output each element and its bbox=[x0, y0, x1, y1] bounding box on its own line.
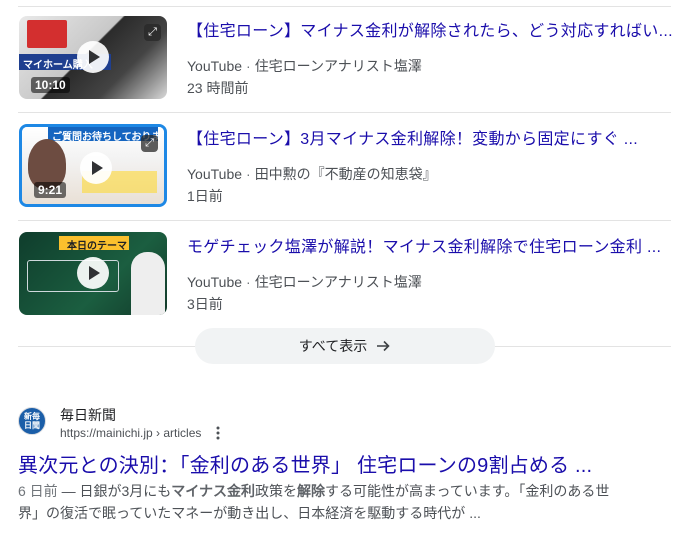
video-result[interactable]: 本日のテーマ モゲチェック塩澤が解説！マイナス金利解除で住宅ローン金利 ... … bbox=[18, 232, 671, 318]
video-thumbnail[interactable]: マイホーム購入 ⤢ 10:10 bbox=[19, 16, 167, 99]
snippet-highlight: 解除 bbox=[297, 483, 325, 499]
result-title[interactable]: 異次元との決別：「金利のある世界」 住宅ローンの9割占める ... bbox=[18, 449, 592, 478]
video-channel: 田中勲の『不動産の知恵袋』 bbox=[254, 166, 437, 182]
thumbnail-caption: 本日のテーマ bbox=[67, 241, 127, 252]
video-channel: 住宅ローンアナリスト塩澤 bbox=[254, 274, 422, 290]
snippet-text: — 日銀が3月にも bbox=[57, 483, 172, 499]
show-all-label: すべて表示 bbox=[298, 338, 368, 354]
video-title[interactable]: 【住宅ローン】3月マイナス金利解除！変動から固定にすぐ ... bbox=[187, 125, 638, 149]
video-platform: YouTube bbox=[187, 166, 243, 182]
video-thumbnail[interactable]: 本日のテーマ bbox=[19, 232, 167, 315]
video-result[interactable]: ご質問お待ちしております ⤢ 9:21 【住宅ローン】3月マイナス金利解除！変動… bbox=[18, 124, 671, 210]
video-time: 23 時間前 bbox=[187, 80, 249, 96]
row-divider bbox=[18, 112, 671, 113]
video-title[interactable]: 【住宅ローン】マイナス金利が解除されたら、どう対応すればい... bbox=[187, 17, 673, 41]
video-duration: 10:10 bbox=[31, 77, 70, 93]
snippet-text: 政策を bbox=[255, 483, 297, 499]
video-thumbnail[interactable]: ご質問お待ちしております ⤢ 9:21 bbox=[19, 124, 167, 207]
video-time: 1日前 bbox=[187, 188, 223, 204]
snippet-highlight: マイナス金利 bbox=[171, 483, 255, 499]
video-channel: 住宅ローンアナリスト塩澤 bbox=[254, 58, 422, 74]
video-source: YouTube · 田中勲の『不動産の知恵袋』 bbox=[187, 166, 437, 182]
arrow-right-icon bbox=[377, 340, 390, 352]
video-time: 3日前 bbox=[187, 296, 223, 312]
video-result[interactable]: マイホーム購入 ⤢ 10:10 【住宅ローン】マイナス金利が解除されたら、どう対… bbox=[18, 16, 673, 102]
video-source: YouTube · 住宅ローンアナリスト塩澤 bbox=[187, 58, 422, 74]
site-name[interactable]: 毎日新聞 bbox=[60, 405, 116, 425]
video-source: YouTube · 住宅ローンアナリスト塩澤 bbox=[187, 274, 422, 290]
top-divider bbox=[18, 6, 671, 7]
site-url[interactable]: https://mainichi.jp › articles bbox=[60, 426, 201, 440]
more-options-icon[interactable] bbox=[214, 425, 222, 441]
result-snippet: 6 日前 — 日銀が3月にもマイナス金利政策を解除する可能性が高まっています。「… bbox=[18, 480, 618, 524]
play-icon bbox=[80, 152, 112, 184]
video-platform: YouTube bbox=[187, 58, 243, 74]
result-age: 6 日前 bbox=[18, 483, 58, 499]
video-platform: YouTube bbox=[187, 274, 243, 290]
play-icon bbox=[77, 41, 109, 73]
show-all-button[interactable]: すべて表示 bbox=[195, 328, 495, 364]
video-duration: 9:21 bbox=[34, 182, 67, 198]
row-divider bbox=[18, 220, 671, 221]
site-logo-text: 新毎日聞 bbox=[24, 412, 40, 430]
site-logo[interactable]: 新毎日聞 bbox=[18, 407, 46, 435]
open-external-icon: ⤢ bbox=[144, 24, 161, 41]
play-icon bbox=[77, 257, 109, 289]
video-title[interactable]: モゲチェック塩澤が解説！マイナス金利解除で住宅ローン金利 ... bbox=[187, 233, 661, 257]
open-external-icon: ⤢ bbox=[141, 135, 158, 152]
